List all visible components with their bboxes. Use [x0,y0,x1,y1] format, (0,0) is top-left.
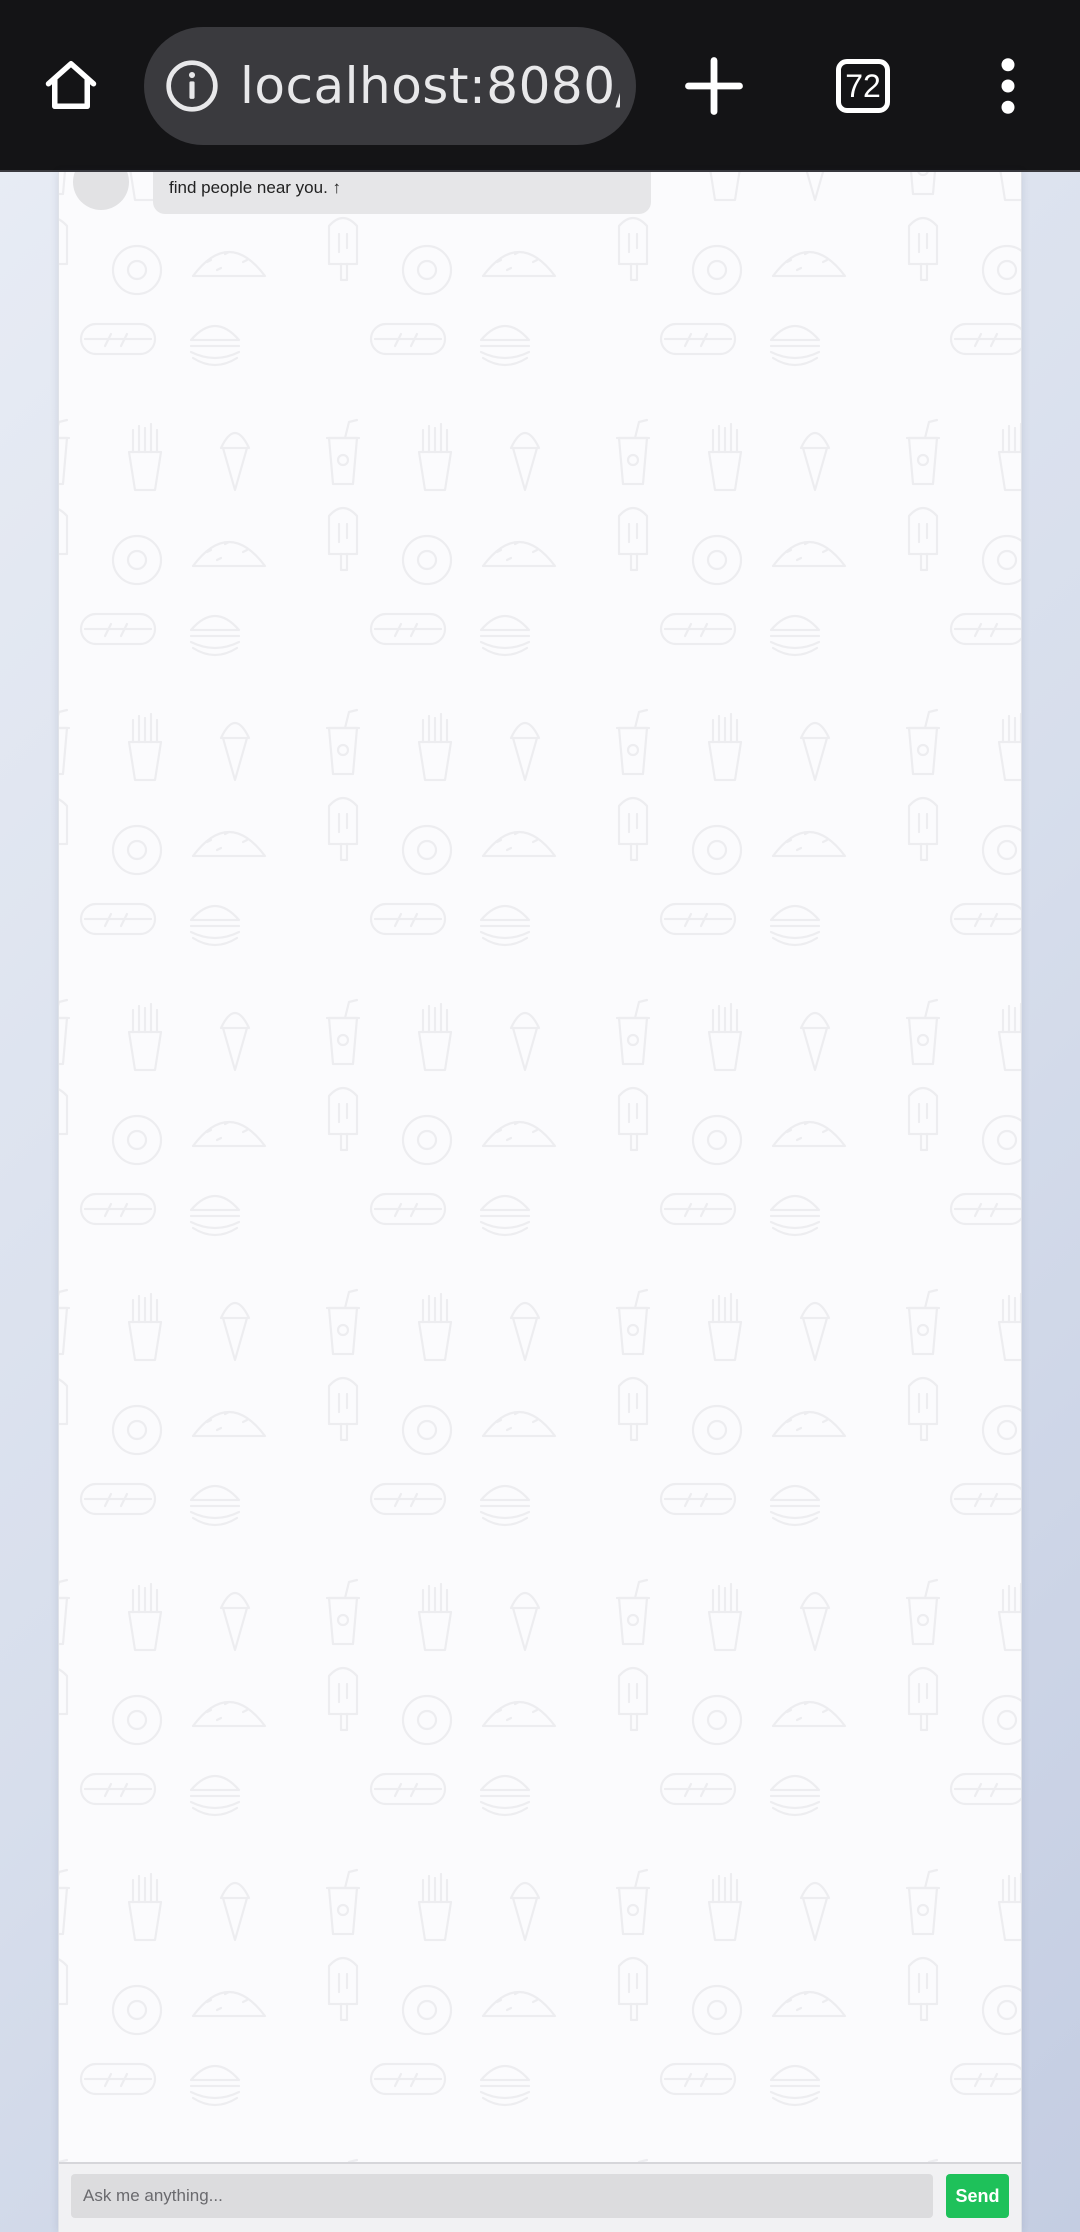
chat-input-bar: Send [59,2162,1021,2232]
message-bubble: find people near you. ↑ [153,172,651,214]
browser-toolbar: localhost:8080/in 72 [0,0,1080,172]
bot-message: find people near you. ↑ [73,172,673,216]
home-icon [45,61,97,109]
new-tab-button[interactable] [680,52,748,120]
info-icon[interactable] [164,58,220,114]
send-button[interactable]: Send [946,2174,1009,2218]
kebab-menu-icon[interactable] [982,56,1034,116]
tab-count: 72 [845,67,881,104]
url-text[interactable]: localhost:8080/in [240,27,620,145]
message-text: find people near you. ↑ [169,178,342,197]
chat-input[interactable] [71,2174,933,2218]
avatar [73,172,129,210]
address-bar[interactable]: localhost:8080/in [144,27,636,145]
chat-panel: find people near you. ↑ Send [58,172,1022,2232]
food-doodle-pattern [59,172,1021,2162]
tab-switcher-button[interactable]: 72 [836,59,890,113]
home-button[interactable] [36,50,106,120]
